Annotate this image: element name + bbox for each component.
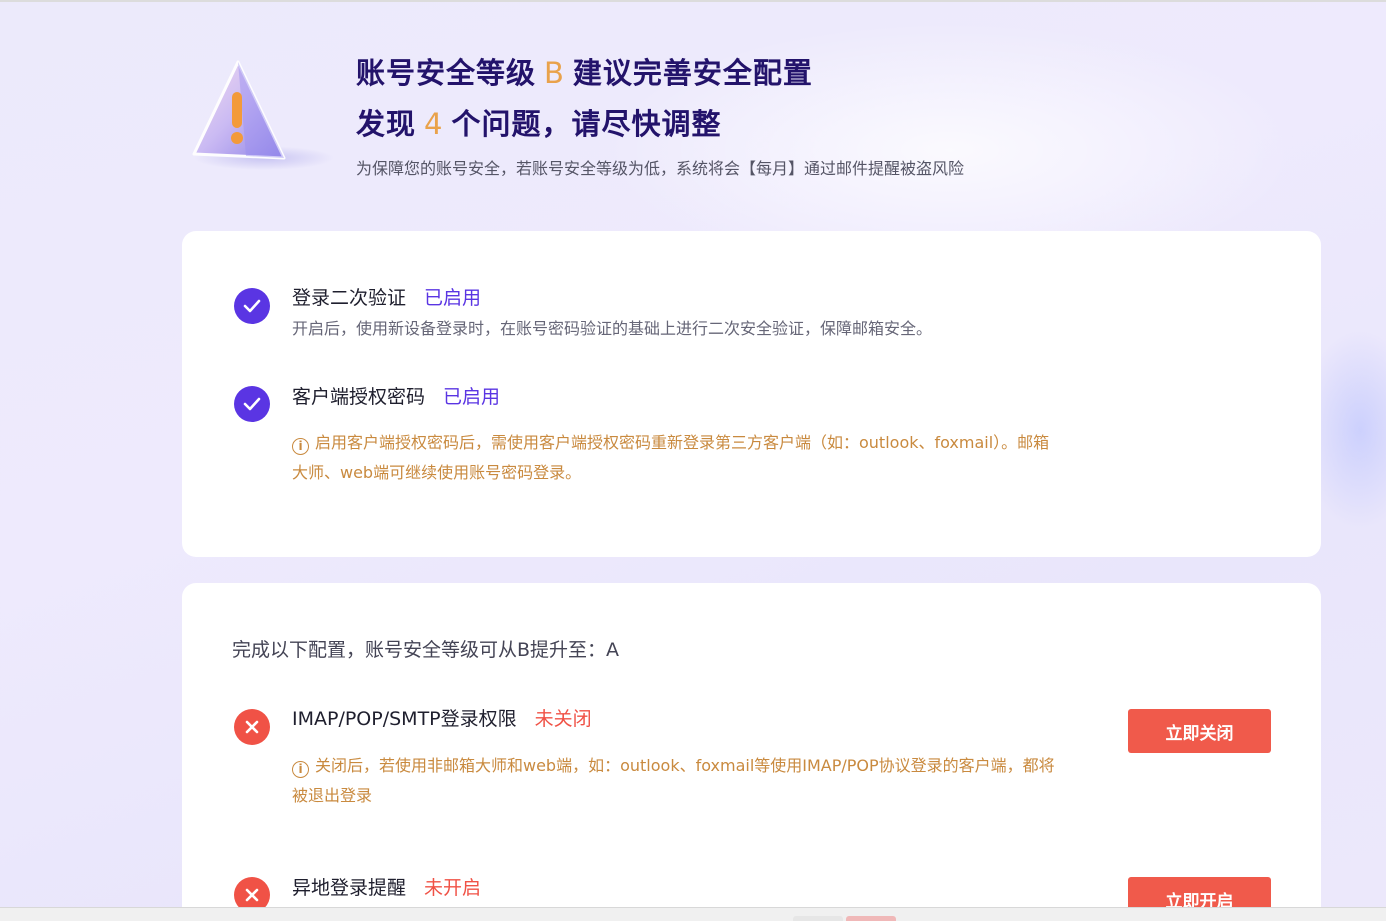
close-imap-button[interactable]: 立即关闭 bbox=[1128, 709, 1271, 753]
item-note: i 关闭后，若使用非邮箱大师和web端，如：outlook、foxmail等使用I… bbox=[292, 751, 1122, 811]
title-suffix: 建议完善安全配置 bbox=[572, 56, 813, 90]
status-badge: 未关闭 bbox=[534, 708, 592, 730]
item-note: i 启用客户端授权密码后，需使用客户端授权密码重新登录第三方客户端（如：outlo… bbox=[292, 428, 1122, 488]
status-badge: 已启用 bbox=[443, 386, 501, 408]
issues-count: 4 bbox=[424, 107, 444, 141]
item-title: 异地登录提醒 bbox=[292, 877, 407, 899]
item-description: 开启后，使用新设备登录时，在账号密码验证的基础上进行二次安全验证，保障邮箱安全。 bbox=[292, 319, 933, 338]
check-circle-icon bbox=[234, 386, 270, 422]
remote-login-alert-item: 异地登录提醒 未开启 bbox=[292, 873, 481, 900]
item-title: 登录二次验证 bbox=[292, 287, 407, 309]
issues-suffix: 个问题，请尽快调整 bbox=[451, 107, 722, 141]
note-line-2: 大师、web端可继续使用账号密码登录。 bbox=[292, 463, 582, 482]
imap-pop-smtp-item: IMAP/POP/SMTP登录权限 未关闭 bbox=[292, 704, 592, 731]
item-title: IMAP/POP/SMTP登录权限 bbox=[292, 708, 517, 730]
info-icon: i bbox=[292, 761, 309, 778]
x-circle-icon bbox=[234, 709, 270, 745]
item-title: 客户端授权密码 bbox=[292, 386, 426, 408]
info-icon: i bbox=[292, 438, 309, 455]
upgrade-hint: 完成以下配置，账号安全等级可从B提升至：A bbox=[232, 639, 620, 661]
warning-triangle-icon bbox=[192, 60, 334, 170]
note-line-1: 启用客户端授权密码后，需使用客户端授权密码重新登录第三方客户端（如：outloo… bbox=[315, 433, 1050, 452]
two-step-verification-item: 登录二次验证 已启用 bbox=[292, 283, 481, 310]
note-line-2: 被退出登录 bbox=[292, 786, 373, 805]
security-level-title: 账号安全等级 B 建议完善安全配置 bbox=[356, 50, 813, 92]
enabled-settings-card: 登录二次验证 已启用 开启后，使用新设备登录时，在账号密码验证的基础上进行二次安全… bbox=[182, 231, 1321, 557]
window-bottom-bar bbox=[0, 907, 1386, 921]
taskbar-tab[interactable] bbox=[793, 916, 843, 921]
note-line-1: 关闭后，若使用非邮箱大师和web端，如：outlook、foxmail等使用IM… bbox=[315, 756, 1055, 775]
check-circle-icon bbox=[234, 288, 270, 324]
security-level-value: B bbox=[544, 56, 565, 90]
client-auth-password-item: 客户端授权密码 已启用 bbox=[292, 382, 500, 409]
taskbar-tab[interactable] bbox=[846, 916, 896, 921]
title-prefix: 账号安全等级 bbox=[356, 56, 537, 90]
issues-prefix: 发现 bbox=[356, 107, 417, 141]
status-badge: 未开启 bbox=[424, 877, 482, 899]
status-badge: 已启用 bbox=[424, 287, 482, 309]
todo-settings-card: 完成以下配置，账号安全等级可从B提升至：A IMAP/POP/SMTP登录权限未… bbox=[182, 583, 1321, 921]
issues-summary: 发现 4 个问题，请尽快调整 bbox=[356, 101, 721, 143]
window-top-border bbox=[0, 0, 1386, 2]
header-subtitle: 为保障您的账号安全，若账号安全等级为低，系统将会【每月】通过邮件提醒被盗风险 bbox=[356, 159, 965, 178]
